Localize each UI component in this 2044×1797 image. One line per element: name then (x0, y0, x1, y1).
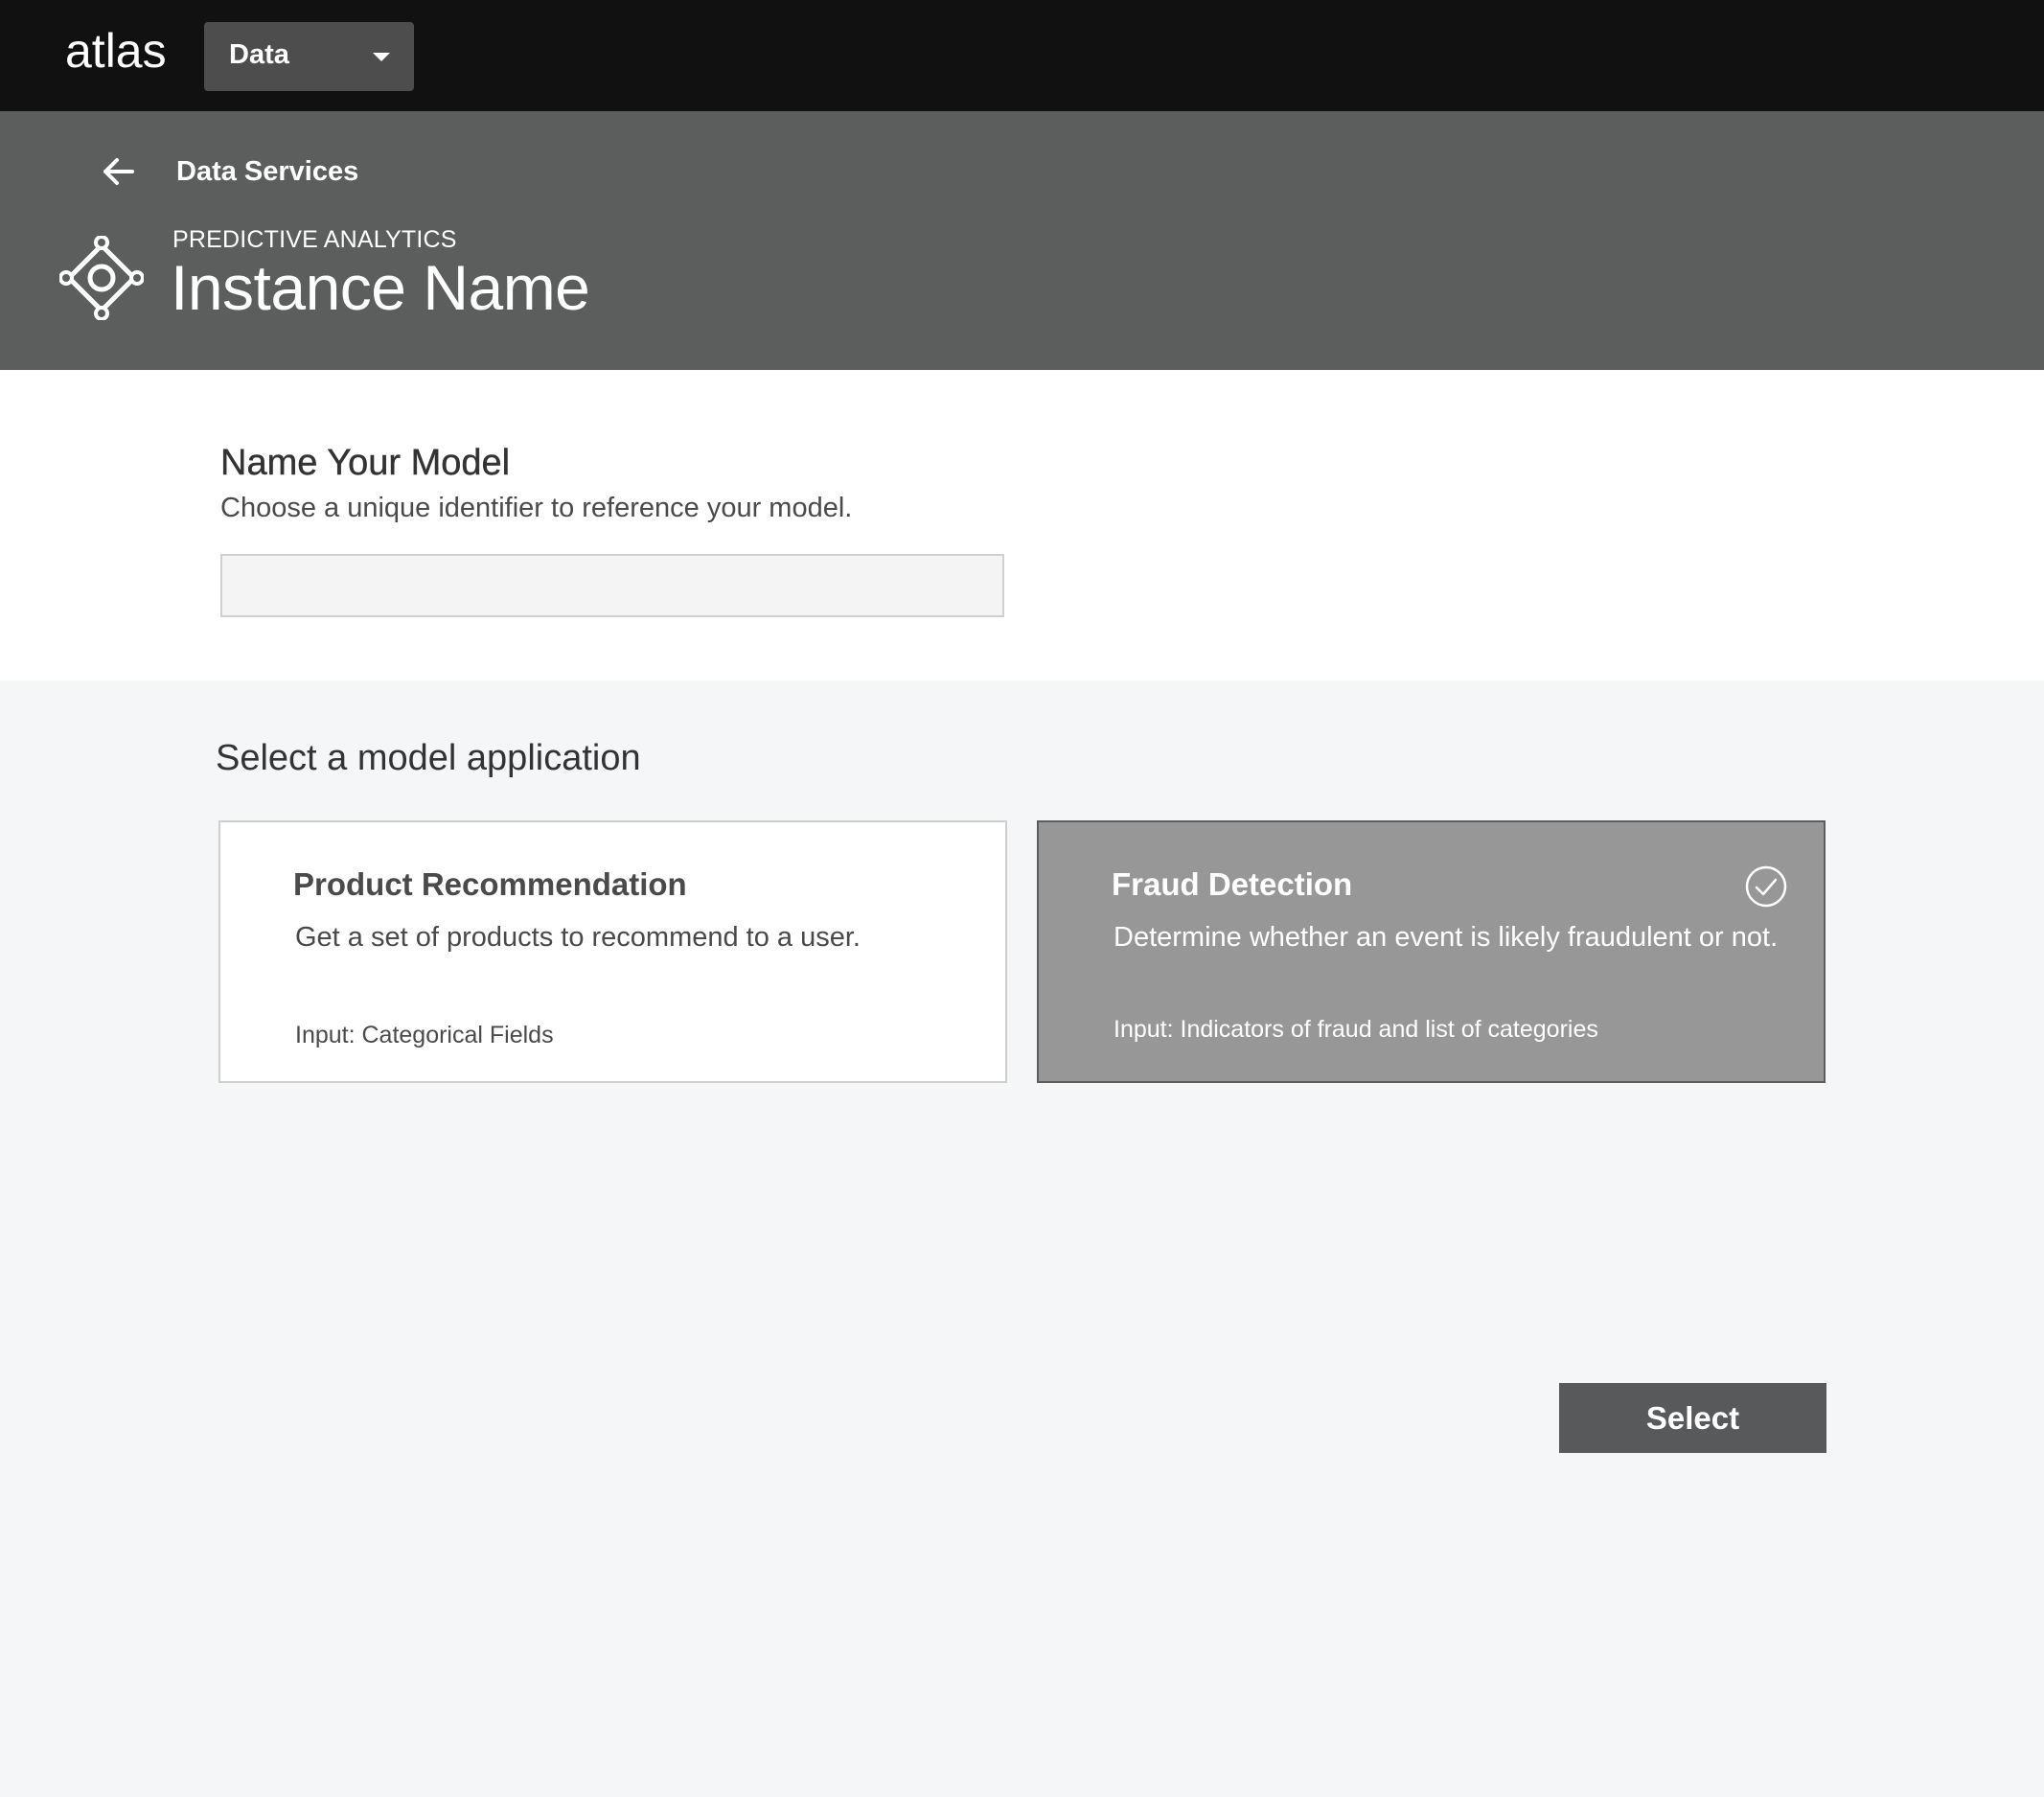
instance-title: Instance Name (171, 252, 590, 323)
back-to-data-services-link[interactable]: Data Services (100, 148, 358, 196)
predictive-analytics-icon (59, 236, 144, 320)
card-description: Determine whether an event is likely fra… (1114, 922, 1779, 953)
select-button[interactable]: Select (1559, 1383, 1826, 1453)
context-dropdown-label: Data (229, 39, 289, 70)
context-dropdown[interactable]: Data (204, 22, 414, 91)
card-input-requirement: Input: Indicators of fraud and list of c… (1114, 1016, 1598, 1043)
name-model-section: Name Your Model Choose a unique identifi… (0, 370, 2044, 680)
card-title: Product Recommendation (293, 866, 687, 902)
back-link-label: Data Services (176, 155, 359, 187)
product-recommendation-card[interactable]: Product Recommendation Get a set of prod… (218, 820, 1007, 1083)
card-description: Get a set of products to recommend to a … (295, 922, 861, 953)
arrow-left-icon (103, 158, 134, 185)
model-name-input[interactable] (220, 554, 1004, 617)
model-application-heading: Select a model application (216, 738, 641, 778)
name-model-heading: Name Your Model (220, 443, 511, 483)
chevron-down-icon (373, 53, 390, 61)
fraud-detection-card[interactable]: Fraud Detection Determine whether an eve… (1037, 820, 1826, 1083)
card-title: Fraud Detection (1112, 866, 1353, 902)
service-header: Data Services PREDICTIVE ANALYTICS Insta… (0, 111, 2044, 370)
name-model-description: Choose a unique identifier to reference … (220, 493, 853, 523)
checkmark-circle-icon (1745, 865, 1787, 908)
top-navigation-bar: atlas Data (0, 0, 2044, 111)
card-input-requirement: Input: Categorical Fields (295, 1022, 554, 1048)
atlas-logo[interactable]: atlas (65, 23, 167, 79)
service-type-label: PREDICTIVE ANALYTICS (172, 226, 457, 253)
